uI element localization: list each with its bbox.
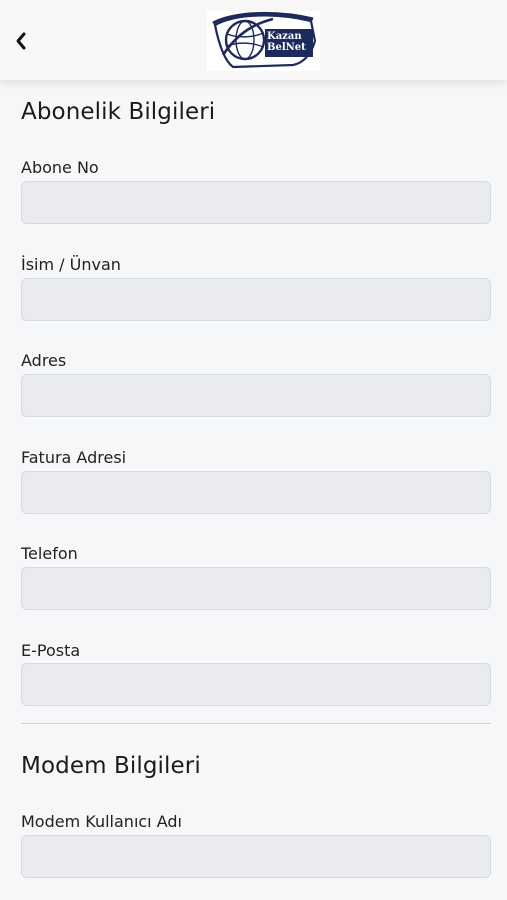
isim-unvan-input[interactable] xyxy=(21,278,491,321)
abone-no-input[interactable] xyxy=(21,181,491,224)
e-posta-input[interactable] xyxy=(21,663,491,706)
label-abone-no: Abone No xyxy=(21,158,99,177)
telefon-input[interactable] xyxy=(21,567,491,610)
section-divider xyxy=(21,723,491,724)
label-telefon: Telefon xyxy=(21,544,78,563)
label-e-posta: E-Posta xyxy=(21,641,81,660)
modem-kullanici-adi-input[interactable] xyxy=(21,835,491,878)
logo-text-line1: Kazan xyxy=(267,31,302,42)
adres-input[interactable] xyxy=(21,374,491,417)
fatura-adresi-input[interactable] xyxy=(21,471,491,514)
chevron-left-icon xyxy=(16,32,26,50)
brand-logo: Kazan BelNet xyxy=(207,11,320,71)
label-modem-kullanici-adi: Modem Kullanıcı Adı xyxy=(21,812,182,831)
top-bar: Kazan BelNet xyxy=(0,0,507,80)
section-title-modem: Modem Bilgileri xyxy=(21,753,201,779)
logo-text-line2: BelNet xyxy=(267,42,306,53)
back-button[interactable] xyxy=(6,24,36,58)
label-isim-unvan: İsim / Ünvan xyxy=(21,255,121,274)
app-screen: Kazan BelNet Abonelik Bilgileri Abone No… xyxy=(0,0,507,900)
globe-logo-icon xyxy=(212,11,317,69)
label-fatura-adresi: Fatura Adresi xyxy=(21,448,127,467)
label-adres: Adres xyxy=(21,351,67,370)
section-title-subscription: Abonelik Bilgileri xyxy=(21,99,216,125)
